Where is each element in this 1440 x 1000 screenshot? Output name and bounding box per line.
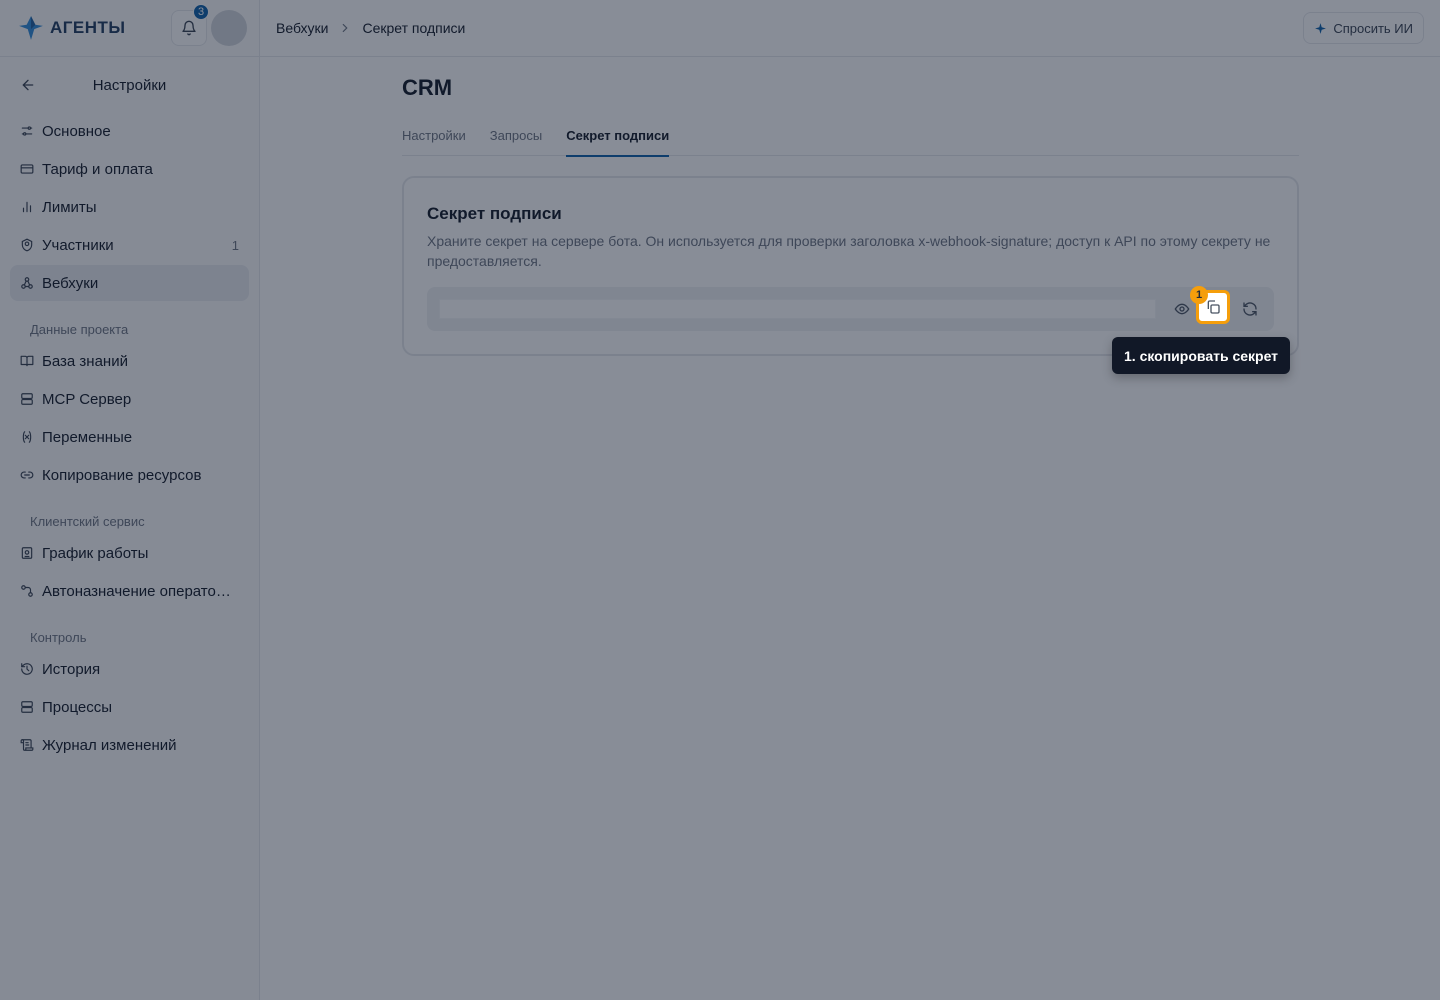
history-icon [20, 662, 34, 676]
webhook-icon [20, 276, 34, 290]
app-name: АГЕНТЫ [50, 18, 126, 37]
settings-header: Настройки [0, 57, 259, 113]
nav-group-project-data: Данные проекта [30, 322, 129, 337]
credit-card-icon [20, 162, 34, 176]
variable-icon [20, 430, 34, 444]
bell-icon [182, 20, 196, 36]
notifications-badge: 3 [193, 4, 209, 20]
sidebar-item-changelog[interactable]: Журнал изменений [10, 727, 249, 763]
copy-icon [1207, 300, 1220, 314]
regenerate-secret-button[interactable] [1236, 295, 1264, 323]
sidebar-item-variables[interactable]: Переменные [10, 419, 249, 455]
arrow-left-icon[interactable] [20, 77, 36, 93]
sidebar: АГЕНТЫ 3 Настройки Основное Тариф и опла… [0, 0, 260, 1000]
avatar[interactable] [211, 10, 247, 46]
main-area: Вебхуки Секрет подписи Спросить ИИ CRM Н… [260, 0, 1440, 1000]
nav-group-client-service: Клиентский сервис [30, 514, 145, 529]
sidebar-item-processes[interactable]: Процессы [10, 689, 249, 725]
card-description: Храните секрет на сервере бота. Он испол… [427, 233, 1271, 269]
secret-field[interactable] [439, 299, 1156, 319]
sidebar-item-history[interactable]: История [10, 651, 249, 687]
sidebar-topbar: АГЕНТЫ 3 [0, 0, 259, 57]
chevron-right-icon [343, 23, 349, 33]
refresh-icon [1243, 302, 1257, 316]
logo-icon [19, 16, 43, 40]
settings-nav: Основное Тариф и оплата Лимиты Участники… [0, 113, 259, 763]
guide-step-marker: 1 [1190, 286, 1208, 304]
notifications-button[interactable]: 3 [171, 4, 209, 46]
scroll-icon [20, 738, 34, 752]
guide-highlight-copy-button[interactable]: 1 [1190, 286, 1230, 324]
share-icon [20, 584, 34, 598]
app-logo[interactable]: АГЕНТЫ [18, 15, 126, 41]
sidebar-item-mcp-server[interactable]: MCP Сервер [10, 381, 249, 417]
sidebar-item-copy-resources[interactable]: Копирование ресурсов [10, 457, 249, 493]
card-title: Секрет подписи [427, 204, 562, 223]
sparkle-icon [1315, 22, 1327, 34]
link-icon [20, 468, 34, 482]
guide-tooltip: 1. скопировать секрет [1112, 337, 1291, 374]
sidebar-item-auto-assign[interactable]: Автоназначение операторов [10, 573, 249, 609]
calendar-icon [20, 546, 34, 560]
users-icon [20, 238, 34, 252]
breadcrumb-current: Секрет подписи [362, 20, 466, 36]
sidebar-item-billing[interactable]: Тариф и оплата [10, 151, 249, 187]
page-title: CRM [402, 75, 453, 100]
nav-group-control: Контроль [30, 630, 87, 645]
sidebar-item-general[interactable]: Основное [10, 113, 249, 149]
bar-chart-icon [20, 200, 34, 214]
sidebar-item-webhooks[interactable]: Вебхуки [10, 265, 249, 301]
settings-title: Настройки [92, 76, 167, 94]
tab-signing-secret[interactable]: Секрет подписи [566, 126, 670, 157]
breadcrumb-webhooks[interactable]: Вебхуки [276, 20, 328, 36]
server-icon [20, 392, 34, 406]
layers-icon [20, 700, 34, 714]
breadcrumb: Вебхуки Секрет подписи [276, 20, 465, 36]
main-topbar: Вебхуки Секрет подписи Спросить ИИ [260, 0, 1440, 57]
signing-secret-card: Секрет подписи Храните секрет на сервере… [402, 176, 1299, 356]
sidebar-item-limits[interactable]: Лимиты [10, 189, 249, 225]
tab-requests[interactable]: Запросы [490, 126, 542, 156]
tabs: Настройки Запросы Секрет подписи [402, 126, 1299, 157]
sliders-icon [20, 124, 34, 138]
eye-icon [1174, 303, 1190, 315]
tab-settings[interactable]: Настройки [402, 126, 466, 156]
members-count: 1 [231, 237, 239, 253]
sidebar-item-members[interactable]: Участники 1 [10, 227, 249, 263]
ask-ai-button[interactable]: Спросить ИИ [1303, 12, 1424, 44]
book-icon [20, 354, 34, 368]
sidebar-item-knowledge-base[interactable]: База знаний [10, 343, 249, 379]
secret-row [427, 287, 1274, 331]
content: CRM Настройки Запросы Секрет подписи Сек… [402, 72, 1299, 356]
sidebar-item-schedule[interactable]: График работы [10, 535, 249, 571]
